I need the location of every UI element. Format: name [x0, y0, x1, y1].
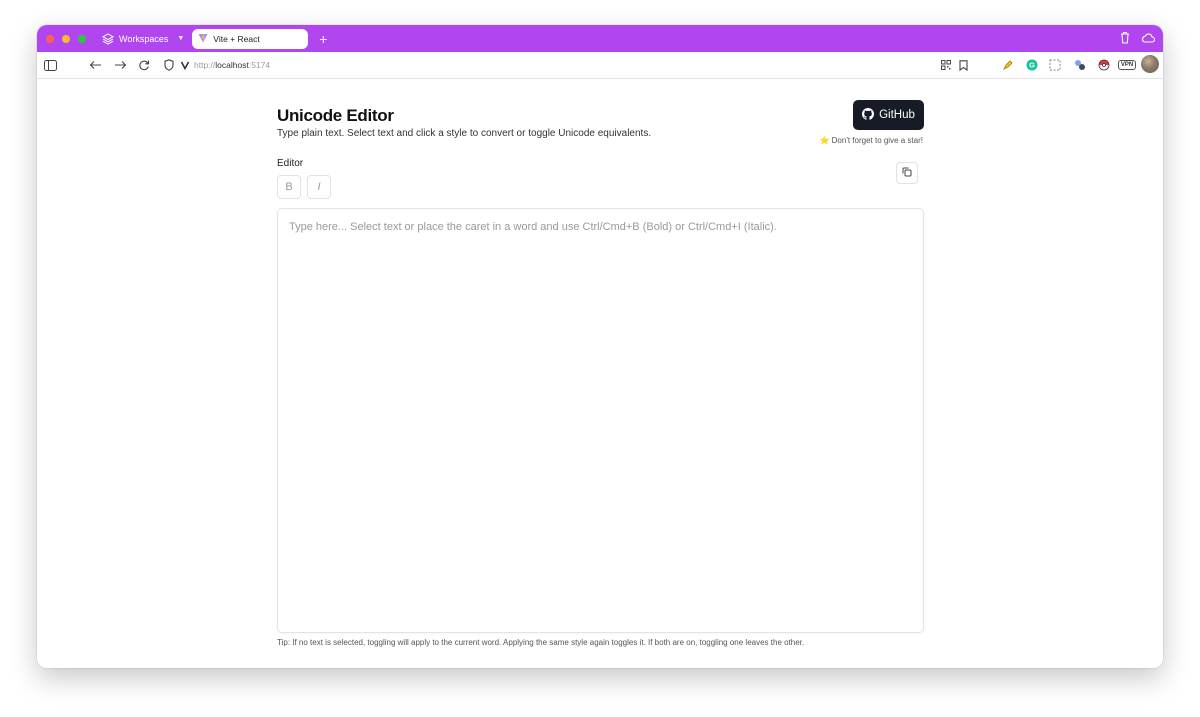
vite-logo-icon: [198, 33, 208, 45]
pokeball-extension-icon[interactable]: [1097, 58, 1111, 72]
back-arrow-icon[interactable]: [88, 58, 102, 72]
translate-extension-icon[interactable]: [1073, 58, 1087, 72]
page-content: Unicode Editor Type plain text. Select t…: [37, 80, 1163, 668]
forward-arrow-icon[interactable]: [113, 58, 127, 72]
tip-text: Tip: If no text is selected, toggling wi…: [277, 638, 805, 647]
browser-window: Workspaces ▼ Vite + React + http://local…: [37, 25, 1163, 668]
grammarly-extension-icon[interactable]: G: [1025, 58, 1039, 72]
close-window-button[interactable]: [46, 34, 54, 43]
sidebar-toggle-icon[interactable]: [43, 58, 57, 72]
workspaces-button[interactable]: Workspaces ▼: [102, 32, 185, 45]
editor-label: Editor: [277, 158, 304, 169]
zoom-window-button[interactable]: [78, 34, 86, 43]
url-scheme: http://: [194, 60, 216, 70]
address-bar: http://localhost:5174 G VPN: [37, 52, 1163, 79]
svg-text:G: G: [1029, 61, 1035, 70]
vpn-label: VPN: [1117, 60, 1137, 70]
github-label: GitHub: [879, 109, 915, 121]
vivaldi-icon[interactable]: [178, 58, 192, 72]
screenshot-extension-icon[interactable]: [1048, 58, 1062, 72]
star-reminder: ⭐ Don't forget to give a star!: [819, 136, 923, 145]
tab-active[interactable]: Vite + React: [192, 28, 309, 49]
editor-placeholder: Type here... Select text or place the ca…: [289, 221, 777, 233]
qr-code-icon[interactable]: [939, 58, 953, 72]
url-host: localhost: [215, 60, 249, 70]
github-button[interactable]: GitHub: [853, 100, 924, 130]
reload-icon[interactable]: [137, 58, 151, 72]
trash-icon[interactable]: [1119, 31, 1131, 49]
page-subtitle: Type plain text. Select text and click a…: [277, 128, 652, 139]
bookmark-icon[interactable]: [956, 58, 970, 72]
shield-icon[interactable]: [162, 58, 176, 72]
copy-button[interactable]: [896, 162, 918, 184]
minimize-window-button[interactable]: [62, 34, 70, 43]
bold-label: B: [285, 181, 293, 193]
page-title: Unicode Editor: [277, 106, 394, 125]
cloud-icon[interactable]: [1141, 31, 1156, 49]
chevron-down-icon: ▼: [177, 35, 185, 42]
italic-button[interactable]: I: [307, 175, 331, 199]
editor-textarea[interactable]: Type here... Select text or place the ca…: [277, 208, 924, 633]
vpn-icon[interactable]: VPN: [1117, 58, 1137, 72]
github-icon: [862, 107, 875, 123]
tab-title: Vite + React: [213, 33, 260, 44]
layers-icon: [102, 32, 114, 45]
url-port: :5174: [248, 60, 271, 70]
new-tab-button[interactable]: +: [319, 32, 327, 46]
bold-button[interactable]: B: [277, 175, 301, 199]
window-controls: [46, 34, 86, 43]
workspaces-label: Workspaces: [119, 33, 169, 44]
tab-bar: Workspaces ▼ Vite + React +: [37, 25, 1163, 52]
avatar[interactable]: [1141, 55, 1159, 73]
url-field[interactable]: http://localhost:5174: [194, 60, 270, 70]
italic-label: I: [317, 181, 321, 193]
copy-icon: [902, 164, 912, 182]
highlighter-extension-icon[interactable]: [1001, 58, 1015, 72]
